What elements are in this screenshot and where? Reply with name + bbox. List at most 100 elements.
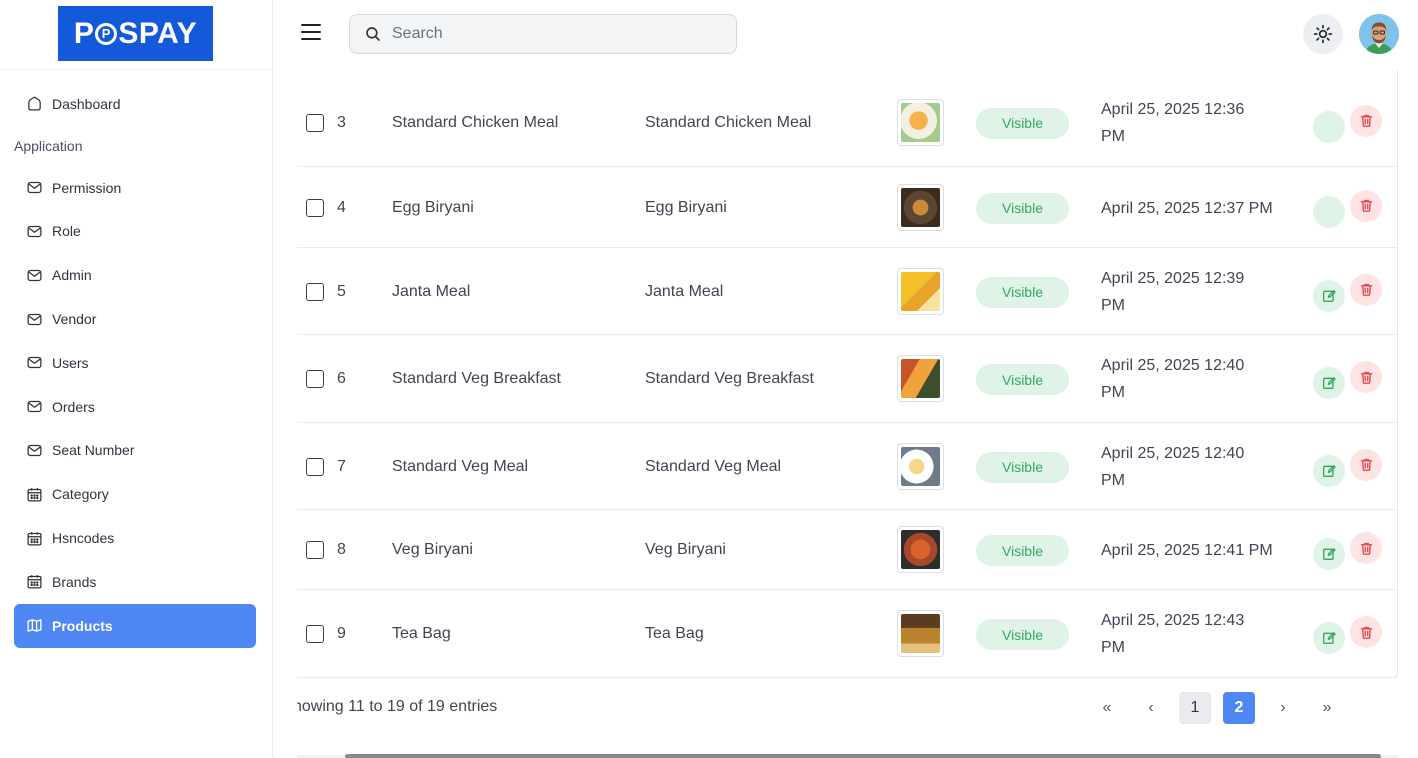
delete-button[interactable] xyxy=(1350,361,1382,393)
sidebar-item-label: Role xyxy=(52,223,81,240)
product-name: Janta Meal xyxy=(392,282,471,300)
sidebar-item-seat-number[interactable]: Seat Number xyxy=(14,429,256,473)
delete-button[interactable] xyxy=(1350,104,1382,137)
created-date-line1: April 25, 2025 12:37 PM xyxy=(1101,199,1273,217)
delete-button[interactable] xyxy=(1350,189,1382,222)
page-1-button[interactable]: 1 xyxy=(1179,692,1211,724)
row-number: 5 xyxy=(337,282,346,300)
scrollbar-thumb[interactable] xyxy=(345,754,1381,758)
calendar-icon xyxy=(25,529,43,547)
sidebar-item-vendor[interactable]: Vendor xyxy=(14,297,256,341)
sidebar-item-category[interactable]: Category xyxy=(14,472,256,516)
delete-button[interactable] xyxy=(1350,532,1382,564)
product-image xyxy=(897,98,944,146)
table-row: 9 Tea Bag Tea Bag Visible April 25, 2025… xyxy=(297,590,1398,678)
sidebar-item-label: Vendor xyxy=(52,311,97,328)
table-row: 6 Standard Veg Breakfast Standard Veg Br… xyxy=(297,335,1398,423)
edit-icon xyxy=(1323,289,1336,302)
edit-button[interactable] xyxy=(1313,195,1345,228)
sun-icon xyxy=(1313,24,1333,44)
home-icon xyxy=(25,95,43,113)
user-avatar[interactable] xyxy=(1359,14,1399,54)
edit-icon xyxy=(1323,632,1336,644)
row-checkbox[interactable] xyxy=(306,541,324,559)
sidebar-item-orders[interactable]: Orders xyxy=(14,385,256,429)
logo-area: P P SPAY xyxy=(0,0,272,70)
logo-text-right: SPAY xyxy=(118,16,198,50)
menu-toggle-icon[interactable] xyxy=(301,24,321,40)
created-date: April 25, 2025 12:37 PM xyxy=(1101,195,1301,222)
row-checkbox[interactable] xyxy=(306,370,324,388)
page-2-button[interactable]: 2 xyxy=(1223,692,1255,724)
map-icon xyxy=(25,617,43,635)
row-checkbox[interactable] xyxy=(306,457,324,476)
sidebar-item-label: Category xyxy=(52,486,109,503)
row-checkbox[interactable] xyxy=(306,282,324,301)
sidebar-item-admin[interactable]: Admin xyxy=(14,253,256,297)
created-date-line1: April 25, 2025 12:39 xyxy=(1101,269,1245,287)
status-badge: Visible xyxy=(976,619,1069,650)
pospay-logo[interactable]: P P SPAY xyxy=(58,6,213,61)
sidebar-item-dashboard[interactable]: Dashboard xyxy=(14,82,256,126)
sidebar-item-users[interactable]: Users xyxy=(14,341,256,385)
row-number: 7 xyxy=(337,457,346,475)
nav-section-title: Application xyxy=(14,137,83,154)
edit-button[interactable] xyxy=(1313,279,1345,312)
created-date-line2: PM xyxy=(1101,384,1125,401)
last-page-button[interactable]: » xyxy=(1311,692,1343,724)
delete-button[interactable] xyxy=(1350,273,1382,306)
created-date-line1: April 25, 2025 12:43 xyxy=(1101,612,1245,629)
edit-icon xyxy=(1323,464,1336,477)
status-badge: Visible xyxy=(976,192,1069,224)
next-page-button[interactable]: › xyxy=(1267,692,1299,724)
sidebar-item-brands[interactable]: Brands xyxy=(14,560,256,604)
row-checkbox[interactable] xyxy=(306,625,324,643)
calendar-icon xyxy=(25,573,43,591)
edit-button[interactable] xyxy=(1313,454,1345,487)
delete-button[interactable] xyxy=(1350,448,1382,481)
created-date: April 25, 2025 12:40 PM xyxy=(1101,352,1301,406)
product-image xyxy=(897,183,944,231)
product-name: Standard Veg Breakfast xyxy=(392,370,561,387)
first-page-button[interactable]: « xyxy=(1091,692,1123,724)
sidebar-item-permission[interactable]: Permission xyxy=(14,166,256,210)
search-input[interactable] xyxy=(392,25,712,43)
sidebar-item-label: Orders xyxy=(52,398,95,415)
row-checkbox[interactable] xyxy=(306,113,324,132)
product-name-alt: Janta Meal xyxy=(645,282,724,300)
created-date-line2: PM xyxy=(1101,471,1125,489)
table-row: 3 Standard Chicken Meal Standard Chicken… xyxy=(297,78,1398,167)
product-name-alt: Egg Biryani xyxy=(645,198,727,216)
delete-button[interactable] xyxy=(1350,616,1382,648)
sidebar-item-label: Admin xyxy=(52,267,92,284)
product-name: Egg Biryani xyxy=(392,198,474,216)
mail-icon xyxy=(25,354,43,372)
sidebar-item-role[interactable]: Role xyxy=(14,210,256,254)
row-checkbox[interactable] xyxy=(306,198,324,217)
entries-info: howing 11 to 19 of 19 entries xyxy=(297,698,498,715)
edit-button[interactable] xyxy=(1313,367,1345,399)
sidebar-item-hsncodes[interactable]: Hsncodes xyxy=(14,516,256,560)
sidebar-item-label: Seat Number xyxy=(52,442,135,459)
trash-icon xyxy=(1360,199,1372,212)
edit-button[interactable] xyxy=(1313,110,1345,143)
row-number: 6 xyxy=(337,370,346,387)
sidebar-item-label: Hsncodes xyxy=(52,530,115,547)
edit-button[interactable] xyxy=(1313,538,1345,570)
horizontal-scrollbar[interactable] xyxy=(297,753,1398,758)
sidebar-item-products[interactable]: Products xyxy=(14,603,256,648)
search-box[interactable] xyxy=(349,14,737,54)
edit-button[interactable] xyxy=(1313,622,1345,654)
product-image xyxy=(897,355,944,402)
status-badge: Visible xyxy=(976,276,1069,308)
search-icon xyxy=(366,27,380,41)
created-date-line1: April 25, 2025 12:36 xyxy=(1101,100,1245,118)
product-image xyxy=(897,442,944,490)
prev-page-button[interactable]: ‹ xyxy=(1135,692,1167,724)
row-number: 3 xyxy=(337,113,346,131)
mail-icon xyxy=(25,222,43,240)
created-date-line2: PM xyxy=(1101,296,1125,314)
theme-toggle-button[interactable] xyxy=(1303,14,1343,54)
trash-icon xyxy=(1360,283,1372,296)
created-date: April 25, 2025 12:40 PM xyxy=(1101,440,1301,494)
